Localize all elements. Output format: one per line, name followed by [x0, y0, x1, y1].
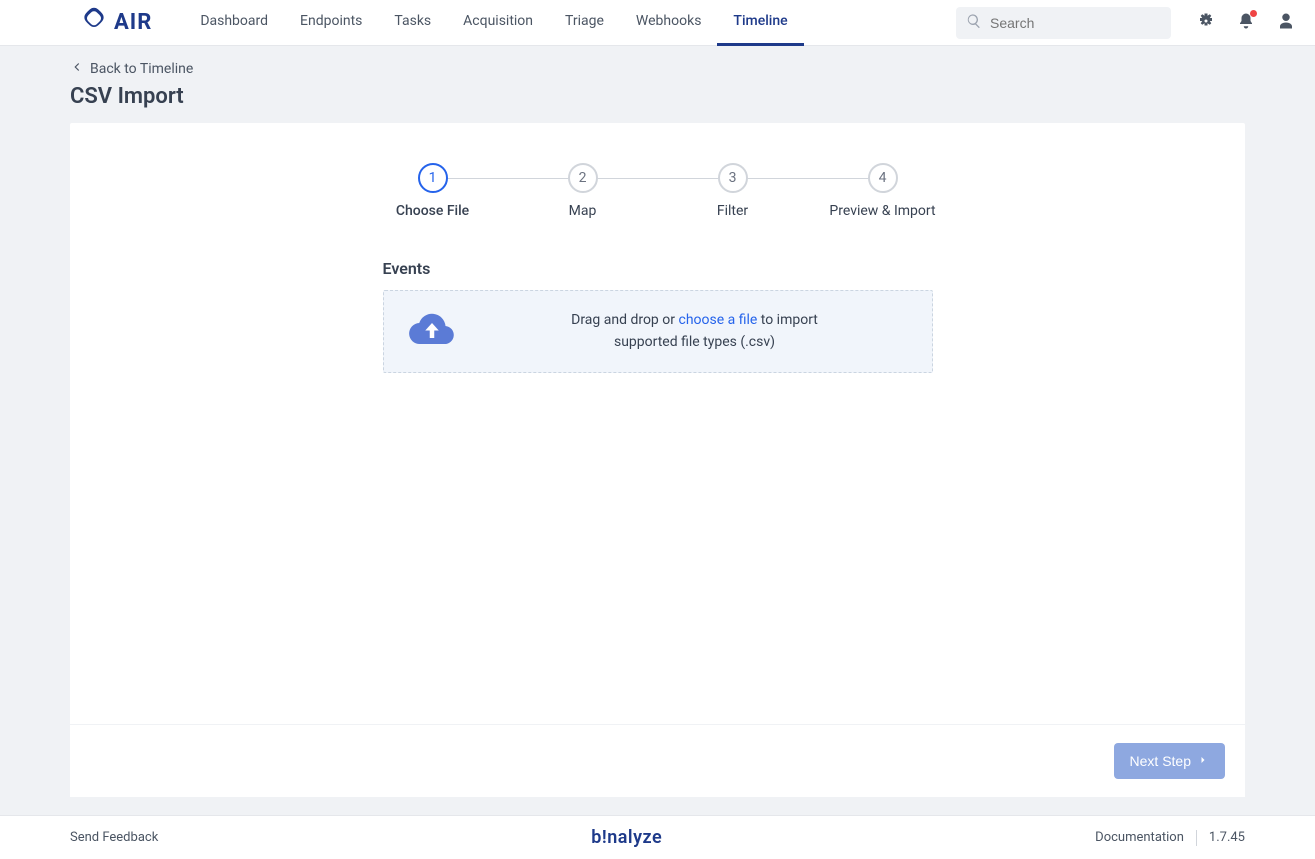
- footer: Send Feedback b!nalyze Documentation 1.7…: [0, 815, 1315, 859]
- version-label: 1.7.45: [1209, 830, 1245, 845]
- search-icon: [966, 13, 982, 33]
- nav-tasks[interactable]: Tasks: [378, 0, 447, 46]
- footer-brand: b!nalyze: [591, 827, 662, 848]
- file-dropzone[interactable]: Drag and drop or choose a file to import…: [383, 290, 933, 373]
- settings-icon[interactable]: [1197, 12, 1215, 34]
- footer-right: Documentation 1.7.45: [1095, 830, 1245, 846]
- import-card: 1 Choose File 2 Map 3 Filter 4 Preview &…: [70, 123, 1245, 797]
- nav-endpoints[interactable]: Endpoints: [284, 0, 378, 46]
- step-preview-import[interactable]: 4 Preview & Import: [808, 163, 958, 219]
- step-map[interactable]: 2 Map: [508, 163, 658, 219]
- step-label: Filter: [717, 203, 748, 219]
- step-label: Map: [569, 203, 597, 219]
- card-footer: Next Step: [70, 724, 1245, 797]
- cloud-upload-icon: [408, 311, 456, 351]
- user-icon[interactable]: [1277, 12, 1295, 34]
- back-to-timeline-link[interactable]: Back to Timeline: [70, 60, 1245, 78]
- footer-divider: [1196, 830, 1197, 846]
- nav-dashboard[interactable]: Dashboard: [184, 0, 284, 46]
- search-input[interactable]: [990, 15, 1161, 31]
- logo-text: AIR: [114, 10, 152, 35]
- arrow-left-icon: [70, 60, 84, 78]
- bell-icon[interactable]: [1237, 12, 1255, 34]
- page-title: CSV Import: [70, 84, 1245, 109]
- dropzone-text: Drag and drop or choose a file to import…: [482, 309, 908, 354]
- chevron-right-icon: [1197, 753, 1209, 769]
- step-number: 3: [718, 163, 748, 193]
- page-content: Back to Timeline CSV Import 1 Choose Fil…: [0, 46, 1315, 797]
- step-number: 2: [568, 163, 598, 193]
- main-nav: Dashboard Endpoints Tasks Acquisition Tr…: [184, 0, 803, 46]
- nav-triage[interactable]: Triage: [549, 0, 620, 46]
- send-feedback-link[interactable]: Send Feedback: [70, 830, 158, 845]
- wizard-stepper: 1 Choose File 2 Map 3 Filter 4 Preview &…: [90, 163, 1225, 219]
- next-step-button[interactable]: Next Step: [1114, 743, 1225, 779]
- choose-file-link[interactable]: choose a file: [678, 312, 757, 328]
- drop-line2: supported file types (.csv): [614, 334, 775, 350]
- logo[interactable]: AIR: [80, 6, 152, 40]
- documentation-link[interactable]: Documentation: [1095, 830, 1184, 845]
- drop-prefix: Drag and drop or: [571, 312, 678, 328]
- back-label: Back to Timeline: [90, 61, 193, 77]
- step-number: 1: [418, 163, 448, 193]
- footer-center: b!nalyze: [158, 827, 1095, 848]
- nav-timeline[interactable]: Timeline: [717, 0, 803, 46]
- step-number: 4: [868, 163, 898, 193]
- drop-suffix: to import: [757, 312, 818, 328]
- step-label: Preview & Import: [829, 203, 935, 219]
- top-bar: AIR Dashboard Endpoints Tasks Acquisitio…: [0, 0, 1315, 46]
- search-box[interactable]: [956, 7, 1171, 39]
- nav-acquisition[interactable]: Acquisition: [447, 0, 549, 46]
- import-area: Events Drag and drop or choose a file to…: [383, 259, 933, 373]
- step-label: Choose File: [396, 203, 469, 219]
- step-filter[interactable]: 3 Filter: [658, 163, 808, 219]
- logo-icon: [80, 6, 108, 40]
- notification-dot: [1250, 10, 1257, 17]
- next-label: Next Step: [1130, 753, 1191, 769]
- events-title: Events: [383, 259, 933, 278]
- step-choose-file[interactable]: 1 Choose File: [358, 163, 508, 219]
- card-body: 1 Choose File 2 Map 3 Filter 4 Preview &…: [70, 123, 1245, 724]
- nav-webhooks[interactable]: Webhooks: [620, 0, 718, 46]
- header-icons: [1197, 12, 1295, 34]
